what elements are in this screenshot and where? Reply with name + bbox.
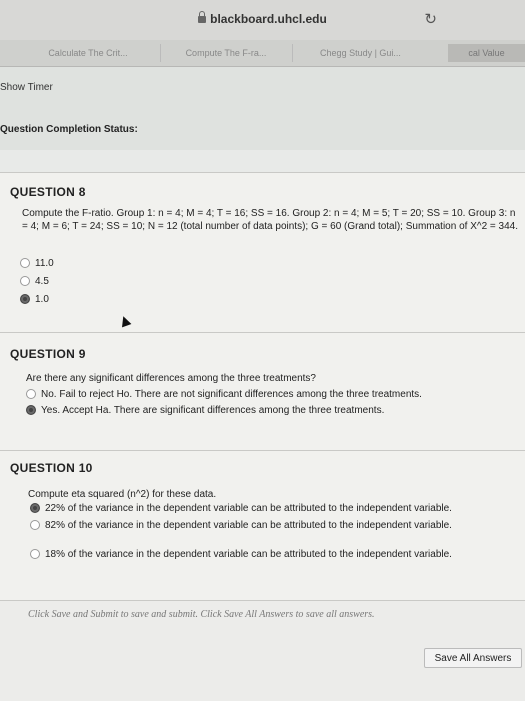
radio-button-selected[interactable] [26, 405, 36, 416]
option-label: No. Fail to reject Ho. There are not sig… [41, 389, 422, 400]
tab-calculate-critical[interactable]: Calculate The Crit... [18, 44, 158, 62]
tab-critical-value[interactable]: cal Value [448, 44, 525, 62]
question-text: Are there any significant differences am… [26, 373, 316, 384]
url-display[interactable]: blackboard.uhcl.edu [0, 11, 525, 26]
radio-button[interactable] [30, 549, 40, 560]
radio-button[interactable] [20, 276, 30, 287]
option-1-0[interactable]: 1.0 [20, 294, 49, 305]
question-header: QUESTION 9 [10, 347, 86, 361]
option-label: 4.5 [35, 276, 49, 287]
question-9: QUESTION 9 Are there any significant dif… [0, 332, 525, 451]
option-22-percent[interactable]: 22% of the variance in the dependent var… [30, 503, 452, 514]
option-11-0[interactable]: 11.0 [20, 258, 54, 269]
option-yes-accept-ha[interactable]: Yes. Accept Ha. There are significant di… [26, 405, 384, 416]
radio-button-selected[interactable] [30, 503, 40, 514]
question-text: Compute eta squared (n^2) for these data… [28, 489, 217, 500]
option-label: 82% of the variance in the dependent var… [45, 520, 452, 531]
option-18-percent[interactable]: 18% of the variance in the dependent var… [30, 549, 452, 560]
save-instructions: Click Save and Submit to save and submit… [28, 609, 375, 620]
radio-button[interactable] [20, 258, 30, 269]
tab-compute-f-ratio[interactable]: Compute The F-ra... [160, 44, 291, 62]
question-8: QUESTION 8 Compute the F-ratio. Group 1:… [0, 172, 525, 333]
question-header: QUESTION 10 [10, 461, 93, 475]
option-label: 22% of the variance in the dependent var… [45, 503, 452, 514]
question-header: QUESTION 8 [10, 185, 86, 199]
option-82-percent[interactable]: 82% of the variance in the dependent var… [30, 520, 452, 531]
completion-status-label: Question Completion Status: [0, 124, 138, 135]
save-all-answers-button[interactable]: Save All Answers [424, 648, 522, 668]
option-label: 11.0 [35, 258, 54, 269]
lock-icon [198, 11, 207, 23]
address-bar[interactable]: blackboard.uhcl.edu ↻ [0, 0, 525, 40]
option-no-fail-to-reject[interactable]: No. Fail to reject Ho. There are not sig… [26, 389, 422, 400]
option-4-5[interactable]: 4.5 [20, 276, 49, 287]
radio-button[interactable] [26, 389, 36, 400]
option-label: Yes. Accept Ha. There are significant di… [41, 405, 385, 416]
tab-bar: Calculate The Crit... Compute The F-ra..… [0, 40, 525, 67]
reload-icon[interactable]: ↻ [424, 10, 437, 28]
option-label: 18% of the variance in the dependent var… [45, 549, 452, 560]
show-timer-link[interactable]: Show Timer [0, 82, 53, 93]
divider [0, 150, 525, 172]
option-label: 1.0 [35, 294, 49, 305]
url-text: blackboard.uhcl.edu [210, 12, 327, 26]
question-10: QUESTION 10 Compute eta squared (n^2) fo… [0, 450, 525, 601]
radio-button[interactable] [30, 520, 40, 531]
tab-chegg-study[interactable]: Chegg Study | Gui... [292, 44, 428, 62]
radio-button-selected[interactable] [20, 294, 30, 305]
question-text: Compute the F-ratio. Group 1: n = 4; M =… [22, 208, 518, 232]
